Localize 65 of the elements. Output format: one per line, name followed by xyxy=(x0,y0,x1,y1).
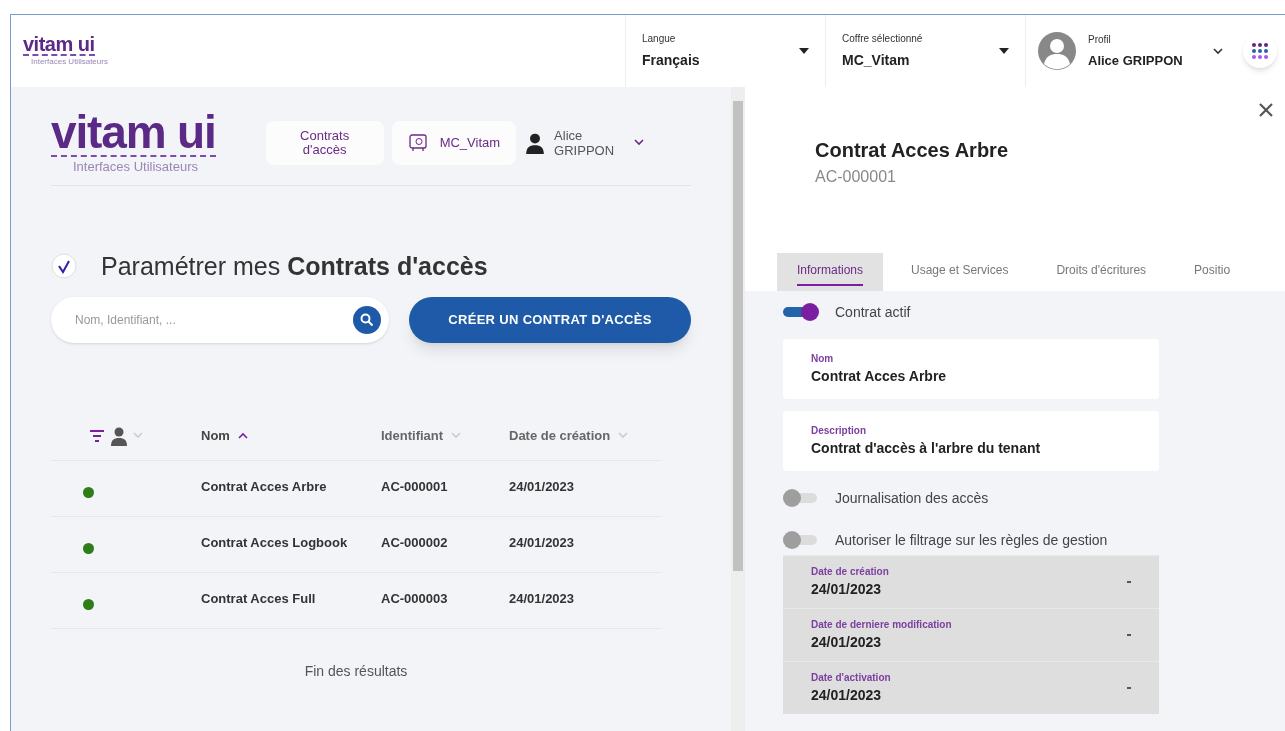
app-nav-button[interactable]: Contrats d'accès xyxy=(265,120,384,165)
toggle-label: Autoriser le filtrage sur les règles de gestion xyxy=(835,530,1108,550)
tab[interactable]: Usage et Services xyxy=(891,253,1029,291)
create-contract-button[interactable]: CRÉER UN CONTRAT D'ACCÈS xyxy=(408,297,691,343)
person-icon xyxy=(109,425,129,446)
tab[interactable]: Positio xyxy=(1174,253,1251,291)
table-row[interactable]: Contrat Acces Logbook AC-000002 24/01/2023 xyxy=(51,517,661,573)
table-cell-text: AC-000001 xyxy=(381,478,449,496)
column-header[interactable]: Nom xyxy=(201,425,381,446)
dash-icon xyxy=(1127,687,1131,689)
toggle-label: Contrat actif xyxy=(835,302,911,322)
table-cell-text: Contrat Acces Logbook xyxy=(201,534,349,552)
logo-wordmark: vitam ui xyxy=(23,34,95,56)
text-field[interactable]: Nom Contrat Acces Arbre xyxy=(783,339,1159,399)
dash-icon xyxy=(1127,581,1131,583)
scrollbar-thumb[interactable] xyxy=(733,101,743,571)
search-input[interactable]: Nom, Identifiant, ... xyxy=(75,311,353,329)
chevron-icon xyxy=(451,432,462,439)
date-field[interactable]: Date de derniere modification 24/01/2023 xyxy=(783,608,1159,661)
chevron-icon xyxy=(634,139,645,147)
close-icon[interactable] xyxy=(1259,103,1273,117)
column-header[interactable]: Identifiant xyxy=(381,425,509,446)
table-row[interactable]: Contrat Acces Arbre AC-000001 24/01/2023 xyxy=(51,461,661,517)
check-icon xyxy=(51,253,77,280)
chevron-icon xyxy=(1213,47,1223,55)
toggle-switch[interactable] xyxy=(783,489,819,507)
chevron-icon xyxy=(618,432,629,439)
apps-grid-button[interactable] xyxy=(1243,34,1277,68)
table-cell-text: AC-000002 xyxy=(381,534,449,552)
caret-icon xyxy=(999,48,1009,54)
tab[interactable]: Informations xyxy=(777,253,884,291)
detail-title: Contrat Acces Arbre xyxy=(815,138,1010,163)
toggle-switch[interactable] xyxy=(783,303,819,321)
safe-icon xyxy=(407,133,428,152)
table-cell-text: 24/01/2023 xyxy=(509,534,576,552)
person-icon xyxy=(524,131,547,154)
search-field[interactable]: Nom, Identifiant, ... xyxy=(51,297,389,343)
end-of-results-text: Fin des résultats xyxy=(304,663,408,679)
table-cell-text: 24/01/2023 xyxy=(509,478,576,496)
chevron-icon xyxy=(133,432,143,439)
filter-icon[interactable] xyxy=(89,429,105,442)
tab[interactable]: Droits d'écritures xyxy=(1036,253,1167,291)
search-icon[interactable] xyxy=(352,306,381,334)
date-field[interactable]: Date d'activation 24/01/2023 xyxy=(783,661,1159,714)
column-header[interactable]: Date de création xyxy=(509,425,659,446)
table-cell-text: Contrat Acces Arbre xyxy=(201,478,328,496)
user-menu[interactable]: Alice GRIPPON xyxy=(554,127,627,158)
page-title: Paramétrer mes Contrats d'accès xyxy=(101,250,488,282)
text-field[interactable]: Description Contrat d'accès à l'arbre du tenant xyxy=(783,411,1159,471)
table-cell-text: AC-000003 xyxy=(381,590,449,608)
logo-wordmark: vitam ui xyxy=(51,109,216,157)
caret-icon xyxy=(799,48,809,54)
dash-icon xyxy=(1127,634,1131,636)
logo-subtitle: Interfaces Utilisateurs xyxy=(30,56,108,68)
detail-id: AC-000001 xyxy=(815,167,897,187)
table-row[interactable]: Contrat Acces Full AC-000003 24/01/2023 xyxy=(51,573,661,629)
avatar-icon xyxy=(1038,32,1076,70)
logo-subtitle: Interfaces Utilisateurs xyxy=(72,158,199,176)
toggle-switch[interactable] xyxy=(783,531,819,549)
chevron-icon xyxy=(237,432,248,439)
table-cell-text: Contrat Acces Full xyxy=(201,590,317,608)
table-cell-text: 24/01/2023 xyxy=(509,590,576,608)
vault-nav-button[interactable]: MC_Vitam xyxy=(391,121,517,165)
date-field[interactable]: Date de création 24/01/2023 xyxy=(783,555,1159,608)
toggle-label: Journalisation des accès xyxy=(835,488,989,508)
